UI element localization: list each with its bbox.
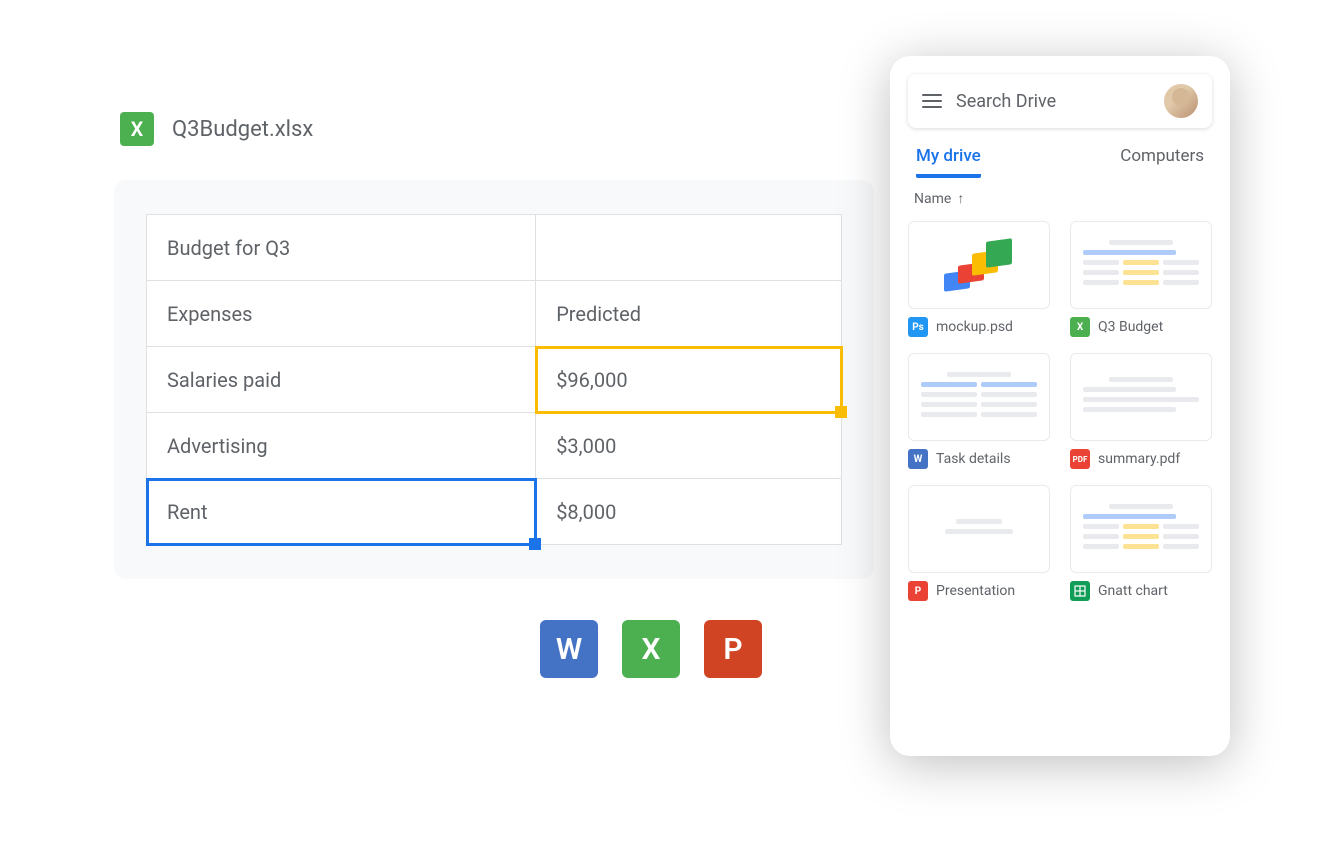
file-name-label: Presentation: [936, 583, 1015, 599]
cell-a3[interactable]: Salaries paid: [147, 347, 536, 413]
sort-row[interactable]: Name ↑: [908, 190, 1212, 207]
cell-a2[interactable]: Expenses: [147, 281, 536, 347]
excel-icon: X: [622, 620, 680, 678]
sort-arrow-icon: ↑: [957, 190, 964, 207]
cell-b5[interactable]: $8,000: [536, 479, 842, 545]
word-icon: W: [540, 620, 598, 678]
powerpoint-icon: P: [704, 620, 762, 678]
cell-a5-selected[interactable]: Rent: [147, 479, 536, 545]
avatar[interactable]: [1164, 84, 1198, 118]
cell-b1[interactable]: [536, 215, 842, 281]
spreadsheet-table: Budget for Q3 Expenses Predicted Salarie…: [146, 214, 842, 545]
file-name: Q3Budget.xlsx: [172, 117, 313, 142]
sort-label: Name: [914, 191, 951, 207]
drive-mobile-panel: Search Drive My drive Computers Name ↑ P…: [890, 56, 1230, 756]
file-grid: Ps mockup.psd X Q3 Budget: [908, 221, 1212, 601]
file-header: X Q3Budget.xlsx: [120, 112, 313, 146]
menu-icon[interactable]: [922, 94, 942, 108]
search-bar[interactable]: Search Drive: [908, 74, 1212, 128]
file-thumb: [1070, 353, 1212, 441]
excel-file-icon: X: [120, 112, 154, 146]
file-name-label: mockup.psd: [936, 319, 1013, 335]
file-name-label: Task details: [936, 451, 1011, 467]
sheets-mini-icon: [1070, 581, 1090, 601]
file-card-gantt[interactable]: Gnatt chart: [1070, 485, 1212, 601]
search-input[interactable]: Search Drive: [956, 91, 1150, 112]
cell-b4[interactable]: $3,000: [536, 413, 842, 479]
file-name-label: summary.pdf: [1098, 451, 1180, 467]
file-card-taskdetails[interactable]: W Task details: [908, 353, 1050, 469]
file-card-summary[interactable]: PDF summary.pdf: [1070, 353, 1212, 469]
excel-mini-icon: X: [1070, 317, 1090, 337]
tab-computers[interactable]: Computers: [1120, 146, 1204, 178]
file-thumb: [908, 485, 1050, 573]
photoshop-icon: Ps: [908, 317, 928, 337]
file-name-label: Gnatt chart: [1098, 583, 1168, 599]
powerpoint-mini-icon: P: [908, 581, 928, 601]
file-thumb: [1070, 221, 1212, 309]
cell-a1[interactable]: Budget for Q3: [147, 215, 536, 281]
file-card-presentation[interactable]: P Presentation: [908, 485, 1050, 601]
tabs: My drive Computers: [908, 146, 1212, 178]
cell-b3-selected[interactable]: $96,000: [536, 347, 842, 413]
cell-b2[interactable]: Predicted: [536, 281, 842, 347]
spreadsheet-panel: Budget for Q3 Expenses Predicted Salarie…: [114, 180, 874, 579]
pdf-mini-icon: PDF: [1070, 449, 1090, 469]
cell-a4[interactable]: Advertising: [147, 413, 536, 479]
file-thumb: [1070, 485, 1212, 573]
file-thumb: [908, 221, 1050, 309]
word-mini-icon: W: [908, 449, 928, 469]
file-card-mockup[interactable]: Ps mockup.psd: [908, 221, 1050, 337]
file-card-q3budget[interactable]: X Q3 Budget: [1070, 221, 1212, 337]
file-thumb: [908, 353, 1050, 441]
thumb-3d-icon: [944, 240, 1014, 290]
office-icons-row: W X P: [540, 620, 762, 678]
file-name-label: Q3 Budget: [1098, 319, 1163, 335]
tab-my-drive[interactable]: My drive: [916, 146, 981, 178]
